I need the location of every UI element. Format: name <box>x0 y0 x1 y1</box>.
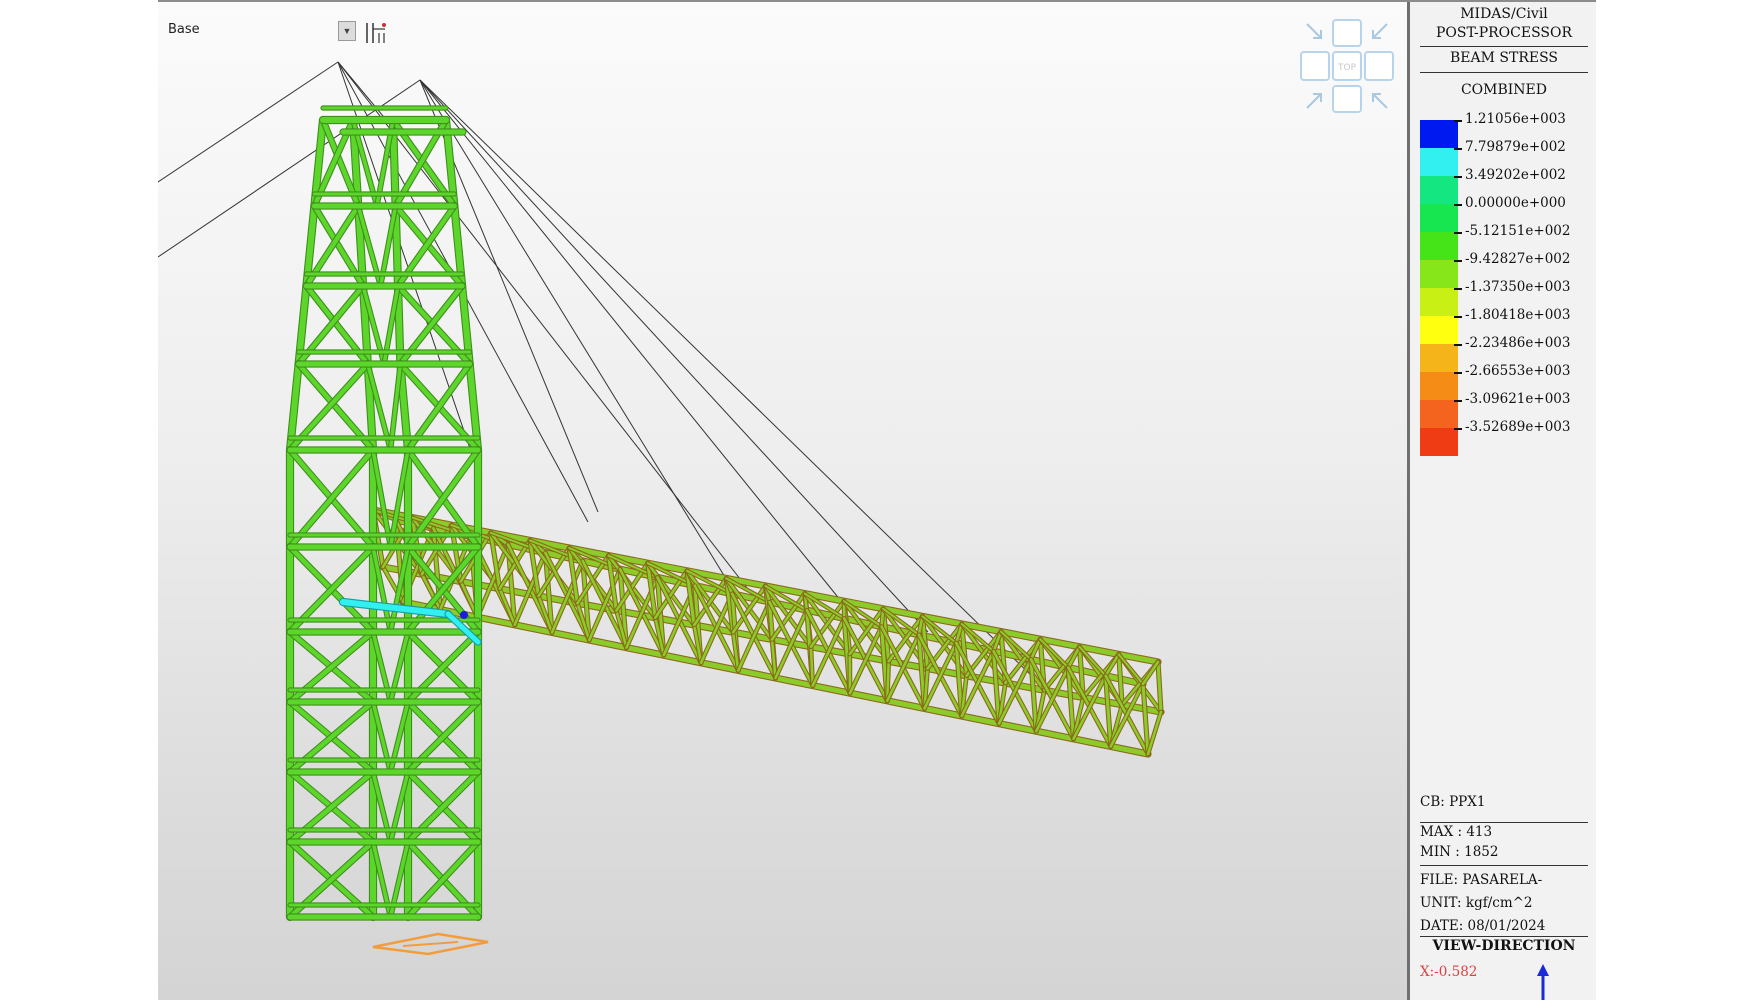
level-value: 3.49202e+002 <box>1465 167 1566 183</box>
legend-divider <box>1420 865 1588 866</box>
level-value: -3.09621e+003 <box>1465 391 1571 407</box>
deck-crossbeam <box>1141 660 1160 686</box>
level-value: -5.12151e+002 <box>1465 223 1571 239</box>
level-value: -2.23486e+003 <box>1465 335 1571 351</box>
level-tick <box>1454 316 1462 318</box>
view-cube[interactable]: TOP <box>1299 18 1395 114</box>
dimension-ruler-icon[interactable] <box>363 19 389 45</box>
color-bar-segment <box>1420 344 1458 372</box>
file-name: FILE: PASARELA- <box>1420 872 1543 888</box>
legend-divider <box>1420 936 1588 937</box>
color-bar-segment <box>1420 176 1458 204</box>
legend-panel: MIDAS/Civil POST-PROCESSOR BEAM STRESS C… <box>1407 2 1596 1000</box>
color-bar-segment <box>1420 372 1458 400</box>
view-cube-label: TOP <box>1337 63 1357 73</box>
base-plane-dropdown-button[interactable]: ▼ <box>338 21 356 41</box>
color-bar-segment <box>1420 316 1458 344</box>
date-label: DATE: 08/01/2024 <box>1420 918 1546 934</box>
result-type: BEAM STRESS <box>1449 50 1559 66</box>
x-direction-value: X:-0.582 <box>1420 964 1478 980</box>
level-tick <box>1454 428 1462 430</box>
level-tick <box>1454 260 1462 262</box>
level-value: -1.80418e+003 <box>1465 307 1571 323</box>
color-bar-segment <box>1420 148 1458 176</box>
level-value: -9.42827e+002 <box>1465 251 1571 267</box>
color-bar-segment <box>1420 204 1458 232</box>
color-bar-segment <box>1420 120 1458 148</box>
level-tick <box>1454 120 1462 122</box>
result-component: COMBINED <box>1460 82 1548 98</box>
app-name: MIDAS/Civil <box>1460 6 1548 22</box>
min-value: MIN : 1852 <box>1420 844 1499 860</box>
processor-name: POST-PROCESSOR <box>1435 25 1573 41</box>
level-tick <box>1454 344 1462 346</box>
level-value: 0.00000e+000 <box>1465 195 1566 211</box>
level-value: -1.37350e+003 <box>1465 279 1571 295</box>
view-cube-right-face[interactable] <box>1364 51 1394 81</box>
view-toolbar: Base ▼ <box>158 16 418 44</box>
level-tick <box>1454 204 1462 206</box>
level-tick <box>1454 288 1462 290</box>
color-bar-segment <box>1420 428 1458 456</box>
base-plane-label: Base <box>168 22 200 37</box>
load-combination: CB: PPX1 <box>1420 794 1486 810</box>
legend-divider <box>1420 822 1588 823</box>
level-tick <box>1454 148 1462 150</box>
bridge-model <box>158 61 1165 956</box>
stay-cable <box>419 79 929 633</box>
view-cube-bottom-face[interactable] <box>1332 85 1362 113</box>
model-viewport[interactable]: Base ▼ TOP <box>158 2 1407 1000</box>
legend-divider <box>1420 72 1588 73</box>
level-tick <box>1454 400 1462 402</box>
level-tick <box>1454 176 1462 178</box>
color-bar-segment <box>1420 288 1458 316</box>
view-cube-sw-arrow-icon[interactable] <box>1306 93 1322 109</box>
unit-label: UNIT: kgf/cm^2 <box>1420 895 1533 911</box>
view-cube-nw-arrow-icon[interactable] <box>1306 23 1322 39</box>
legend-divider <box>1420 46 1588 47</box>
stay-cable <box>158 61 339 183</box>
view-direction-arrow-icon <box>1537 964 1549 1000</box>
level-value: -2.66553e+003 <box>1465 363 1571 379</box>
deck-crossbeam <box>1146 710 1163 756</box>
max-value: MAX : 413 <box>1420 824 1493 840</box>
color-bar-segment <box>1420 400 1458 428</box>
contour-color-bar <box>1420 120 1458 456</box>
level-tick <box>1454 232 1462 234</box>
view-cube-se-arrow-icon[interactable] <box>1372 93 1388 109</box>
color-bar-segment <box>1420 260 1458 288</box>
level-tick <box>1454 372 1462 374</box>
view-cube-ne-arrow-icon[interactable] <box>1372 23 1388 39</box>
midas-civil-window: Base ▼ TOP MIDAS/Civil POST-PROCESSOR BE… <box>158 0 1596 1000</box>
max-stress-node <box>460 611 468 619</box>
view-cube-left-face[interactable] <box>1300 51 1330 81</box>
view-direction-label: VIEW-DIRECTION <box>1432 938 1576 954</box>
level-value: 7.79879e+002 <box>1465 139 1566 155</box>
level-value: -3.52689e+003 <box>1465 419 1571 435</box>
level-value: 1.21056e+003 <box>1465 111 1566 127</box>
color-bar-segment <box>1420 232 1458 260</box>
view-cube-top-face[interactable] <box>1332 19 1362 47</box>
base-support <box>402 941 459 947</box>
